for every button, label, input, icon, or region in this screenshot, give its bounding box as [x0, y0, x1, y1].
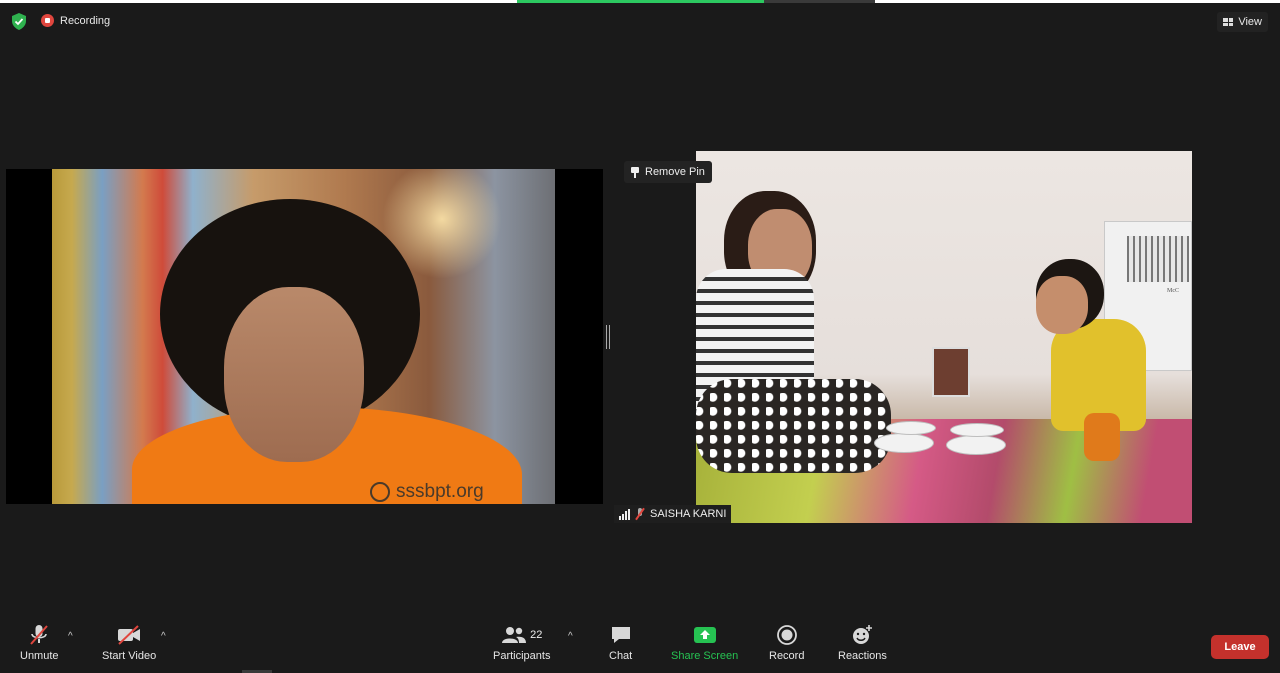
participants-button[interactable]: 22 Participants — [493, 624, 550, 662]
share-screen-label: Share Screen — [671, 650, 739, 662]
video-options-caret[interactable]: ^ — [161, 631, 166, 642]
pin-icon — [631, 166, 639, 178]
cooler-brand: McC — [1167, 288, 1179, 294]
chat-icon — [610, 624, 632, 646]
shield-icon[interactable] — [11, 13, 27, 30]
share-screen-button[interactable]: Share Screen — [671, 624, 738, 662]
recording-indicator[interactable]: Recording — [41, 14, 110, 27]
seal-icon — [370, 482, 390, 502]
record-label: Record — [769, 650, 805, 662]
audio-options-caret[interactable]: ^ — [68, 631, 73, 642]
photo-frame — [932, 347, 970, 397]
recording-icon — [41, 14, 54, 27]
unmute-button[interactable]: Unmute — [20, 624, 59, 662]
reactions-label: Reactions — [838, 650, 887, 662]
meeting-toolbar: Unmute ^ Start Video ^ 22 Participants ^ — [0, 616, 1280, 673]
participants-label: Participants — [493, 650, 551, 662]
video-tile-shared-image[interactable]: sssbpt.org — [6, 169, 603, 504]
reactions-icon — [850, 624, 874, 646]
mic-muted-icon — [27, 624, 51, 646]
record-icon — [776, 624, 798, 646]
participants-options-caret[interactable]: ^ — [568, 631, 573, 642]
tile-resize-handle[interactable] — [606, 325, 610, 349]
share-screen-icon — [693, 624, 717, 646]
recording-label: Recording — [60, 14, 111, 27]
view-button[interactable]: View — [1217, 12, 1268, 32]
remove-pin-label: Remove Pin — [645, 166, 705, 178]
start-video-button[interactable]: Start Video — [102, 624, 156, 662]
participants-icon: 22 — [501, 624, 542, 646]
reactions-button[interactable]: Reactions — [838, 624, 887, 662]
mic-muted-icon — [635, 508, 645, 520]
record-button[interactable]: Record — [769, 624, 804, 662]
view-grid-icon — [1223, 18, 1234, 26]
participant-name: SAISHA KARNI — [650, 508, 727, 520]
participant-name-tag: SAISHA KARNI — [614, 505, 732, 523]
chat-button[interactable]: Chat — [609, 624, 632, 662]
start-video-label: Start Video — [102, 650, 157, 662]
portrait-image — [52, 169, 555, 504]
video-off-icon — [116, 624, 142, 646]
watermark-text: sssbpt.org — [396, 481, 484, 502]
unmute-label: Unmute — [20, 650, 59, 662]
leave-button[interactable]: Leave — [1211, 635, 1269, 659]
top-bar: Recording View — [0, 3, 1280, 39]
signal-bars-icon — [619, 508, 630, 520]
image-watermark: sssbpt.org — [370, 481, 484, 503]
remove-pin-button[interactable]: Remove Pin — [624, 161, 712, 183]
participants-count: 22 — [530, 629, 543, 641]
video-tile-participant[interactable]: McC — [696, 151, 1192, 523]
view-label: View — [1238, 16, 1262, 28]
chat-label: Chat — [609, 650, 633, 662]
